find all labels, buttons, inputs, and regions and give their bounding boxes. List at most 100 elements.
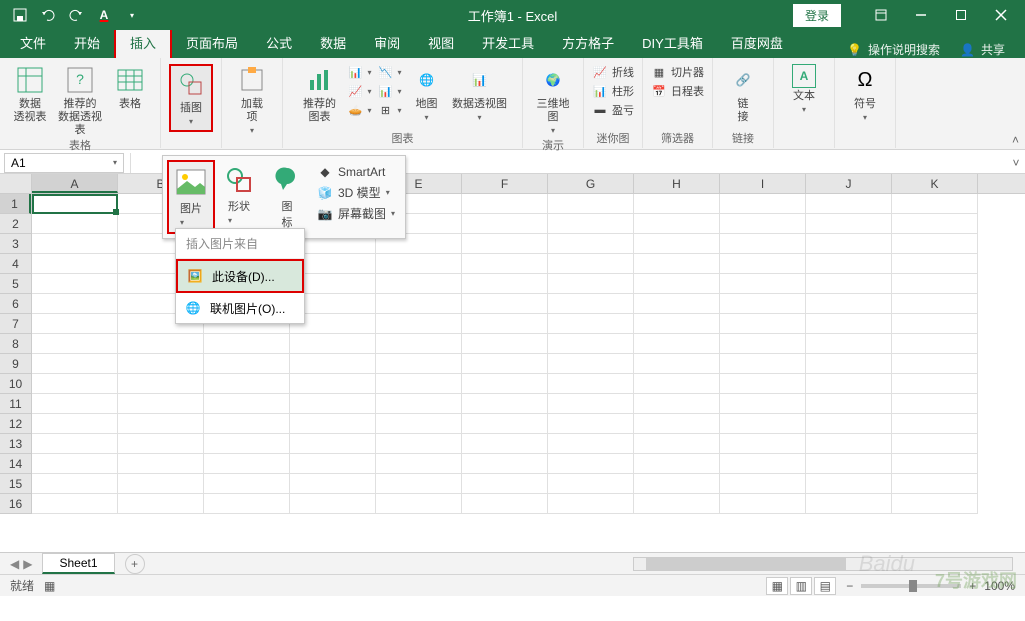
row-header[interactable]: 6 bbox=[0, 294, 31, 314]
cell[interactable] bbox=[806, 214, 892, 234]
zoom-slider[interactable] bbox=[861, 584, 961, 588]
cell[interactable] bbox=[204, 414, 290, 434]
cell[interactable] bbox=[548, 274, 634, 294]
cell[interactable] bbox=[462, 214, 548, 234]
sheet-next-icon[interactable]: ▶ bbox=[23, 557, 32, 571]
row-header[interactable]: 10 bbox=[0, 374, 31, 394]
cell[interactable] bbox=[634, 454, 720, 474]
row-header[interactable]: 7 bbox=[0, 314, 31, 334]
cell[interactable] bbox=[634, 434, 720, 454]
cell[interactable] bbox=[892, 274, 978, 294]
cell[interactable] bbox=[806, 474, 892, 494]
cell[interactable] bbox=[720, 234, 806, 254]
record-macro-icon[interactable]: ▦ bbox=[44, 579, 55, 593]
smartart-button[interactable]: ◆SmartArt bbox=[317, 164, 395, 180]
horizontal-scrollbar[interactable] bbox=[633, 557, 1013, 571]
cell[interactable] bbox=[462, 434, 548, 454]
cell[interactable] bbox=[118, 374, 204, 394]
cell[interactable] bbox=[32, 194, 118, 214]
cell[interactable] bbox=[462, 254, 548, 274]
minimize-icon[interactable] bbox=[903, 3, 939, 27]
qat-dropdown-icon[interactable]: ▾ bbox=[122, 5, 142, 25]
cell[interactable] bbox=[376, 394, 462, 414]
cell[interactable] bbox=[806, 234, 892, 254]
cell[interactable] bbox=[634, 194, 720, 214]
row-header[interactable]: 1 bbox=[0, 194, 31, 214]
recommended-charts-button[interactable]: 推荐的图表 bbox=[297, 64, 341, 124]
maximize-icon[interactable] bbox=[943, 3, 979, 27]
cell[interactable] bbox=[376, 494, 462, 514]
cell[interactable] bbox=[376, 294, 462, 314]
cell[interactable] bbox=[806, 414, 892, 434]
cell[interactable] bbox=[634, 274, 720, 294]
cell[interactable] bbox=[376, 314, 462, 334]
cell[interactable] bbox=[634, 334, 720, 354]
table-button[interactable]: 表格 bbox=[108, 64, 152, 111]
chart-type-3[interactable]: 🥧▾ bbox=[347, 102, 371, 118]
picture-button[interactable]: 图片▾ bbox=[167, 160, 215, 234]
cell[interactable] bbox=[634, 294, 720, 314]
cell[interactable] bbox=[462, 474, 548, 494]
cell[interactable] bbox=[892, 414, 978, 434]
cell[interactable] bbox=[634, 474, 720, 494]
cell[interactable] bbox=[32, 314, 118, 334]
cell[interactable] bbox=[204, 494, 290, 514]
normal-view-icon[interactable]: ▦ bbox=[766, 577, 788, 595]
cell[interactable] bbox=[462, 394, 548, 414]
cell[interactable] bbox=[290, 454, 376, 474]
tab-developer[interactable]: 开发工具 bbox=[468, 27, 548, 58]
sheet-prev-icon[interactable]: ◀ bbox=[10, 557, 19, 571]
illustrations-button[interactable]: 插图▾ bbox=[169, 64, 213, 132]
cell[interactable] bbox=[720, 434, 806, 454]
cell[interactable] bbox=[118, 454, 204, 474]
row-header[interactable]: 15 bbox=[0, 474, 31, 494]
row-header[interactable]: 4 bbox=[0, 254, 31, 274]
cell[interactable] bbox=[806, 434, 892, 454]
expand-formula-icon[interactable]: ˅ bbox=[1007, 156, 1025, 170]
chart-type-2[interactable]: 📈▾ bbox=[347, 83, 371, 99]
pagelayout-view-icon[interactable]: ▥ bbox=[790, 577, 812, 595]
menu-online-pictures[interactable]: 🌐 联机图片(O)... bbox=[176, 293, 304, 323]
cell[interactable] bbox=[892, 314, 978, 334]
chart-type-1[interactable]: 📊▾ bbox=[347, 64, 371, 80]
cell[interactable] bbox=[892, 474, 978, 494]
cell[interactable] bbox=[548, 234, 634, 254]
symbols-button[interactable]: Ω符号▾ bbox=[843, 64, 887, 124]
row-header[interactable]: 16 bbox=[0, 494, 31, 514]
chart-type-6[interactable]: ⊞▾ bbox=[378, 102, 402, 118]
cell[interactable] bbox=[32, 394, 118, 414]
link-button[interactable]: 🔗链接 bbox=[721, 64, 765, 124]
row-header[interactable]: 2 bbox=[0, 214, 31, 234]
cell[interactable] bbox=[720, 374, 806, 394]
row-header[interactable]: 5 bbox=[0, 274, 31, 294]
tab-view[interactable]: 视图 bbox=[414, 27, 468, 58]
cell[interactable] bbox=[548, 474, 634, 494]
zoom-value[interactable]: 100% bbox=[984, 579, 1015, 593]
cell[interactable] bbox=[634, 374, 720, 394]
cell[interactable] bbox=[892, 374, 978, 394]
cell[interactable] bbox=[462, 414, 548, 434]
cell[interactable] bbox=[462, 454, 548, 474]
cell[interactable] bbox=[290, 434, 376, 454]
cell[interactable] bbox=[720, 394, 806, 414]
save-icon[interactable] bbox=[10, 5, 30, 25]
cell[interactable] bbox=[118, 474, 204, 494]
cell[interactable] bbox=[806, 494, 892, 514]
cell[interactable] bbox=[806, 354, 892, 374]
cell[interactable] bbox=[118, 414, 204, 434]
cell[interactable] bbox=[32, 414, 118, 434]
font-color-icon[interactable]: A bbox=[94, 5, 114, 25]
tab-pagelayout[interactable]: 页面布局 bbox=[172, 27, 252, 58]
cell[interactable] bbox=[118, 334, 204, 354]
cell[interactable] bbox=[634, 314, 720, 334]
cell[interactable] bbox=[204, 374, 290, 394]
column-header[interactable]: I bbox=[720, 174, 806, 193]
cell[interactable] bbox=[548, 214, 634, 234]
column-header[interactable]: K bbox=[892, 174, 978, 193]
cell[interactable] bbox=[32, 334, 118, 354]
cell[interactable] bbox=[548, 454, 634, 474]
cell[interactable] bbox=[806, 314, 892, 334]
cell[interactable] bbox=[32, 234, 118, 254]
name-box[interactable]: A1▾ bbox=[4, 153, 124, 173]
cell[interactable] bbox=[720, 474, 806, 494]
